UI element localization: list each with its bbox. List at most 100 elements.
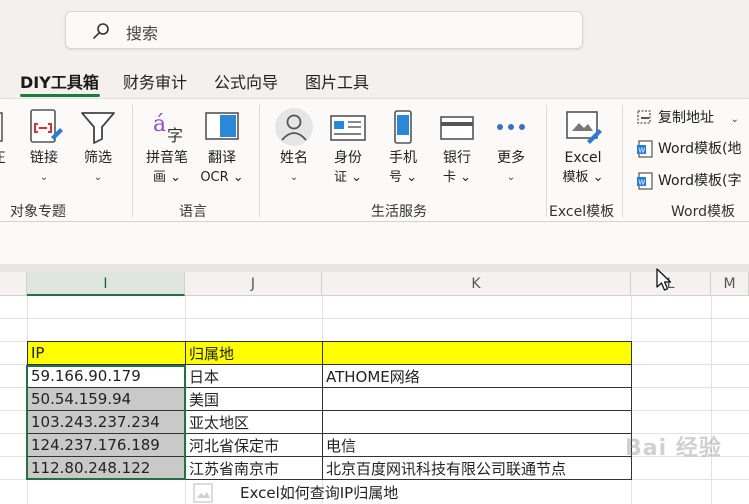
group-label-excel-template: Excel模板 <box>549 204 615 220</box>
isp-cell[interactable]: 北京百度网讯科技有限公司联通节点 <box>322 456 632 480</box>
tab-formula-wizard[interactable]: 公式向导 <box>214 69 278 93</box>
ip-cell[interactable]: 103.243.237.234 <box>27 410 186 434</box>
location-cell[interactable]: 亚太地区 <box>185 410 323 434</box>
grid-line <box>0 318 749 319</box>
person-icon <box>275 108 313 146</box>
excel-template-button[interactable]: Excel 模板 ⌄ <box>555 107 611 187</box>
document-icon <box>0 112 3 142</box>
id-card-icon <box>330 115 366 141</box>
group-separator <box>259 105 260 217</box>
link-button[interactable]: 链接 ⌄ <box>22 107 66 187</box>
copy-address-button[interactable]: 复制地址 ⌄ <box>636 107 739 129</box>
search-box[interactable]: 搜索 <box>65 11 583 49</box>
phone-icon <box>394 110 412 144</box>
filter-button[interactable]: 筛选 ⌄ <box>76 107 120 187</box>
location-cell[interactable]: 江苏省南京市 <box>185 456 323 480</box>
search-input[interactable]: 搜索 <box>126 20 158 44</box>
more-button[interactable]: 更多 ⌄ <box>488 107 534 187</box>
copy-address-label: 复制地址 <box>658 110 714 126</box>
word-doc-icon: W <box>637 172 653 190</box>
ribbon: 圧 链接 ⌄ 筛选 ⌄ 对象专题 á 字 <box>0 98 749 222</box>
pinyin-button[interactable]: á 字 拼音笔 画 ⌄ <box>142 107 192 187</box>
filter-icon <box>81 112 115 144</box>
location-cell[interactable]: 美国 <box>185 387 323 411</box>
id-card-label: 身份 <box>334 150 362 166</box>
header-cell-ip[interactable]: IP <box>27 341 186 365</box>
ip-cell[interactable]: 50.54.159.94 <box>27 387 186 411</box>
title-bar: 搜索 <box>0 0 749 64</box>
column-header-i[interactable]: I <box>27 272 185 296</box>
id-card-button[interactable]: 身份 证 ⌄ <box>325 107 371 187</box>
group-label-object: 对象专题 <box>10 204 66 220</box>
ip-cell[interactable]: 112.80.248.122 <box>27 456 186 480</box>
table-header-row: IP 归属地 <box>27 341 632 365</box>
more-dots-icon <box>497 124 525 130</box>
word-doc-icon: W <box>637 140 653 158</box>
column-headers: I J K L M <box>0 272 749 296</box>
worksheet[interactable]: I J K L M IP 归属地 59.166.90.179 日本 ATHOME… <box>0 272 749 504</box>
ip-table: IP 归属地 59.166.90.179 日本 ATHOME网络 50.54.1… <box>27 341 632 480</box>
name-caret: ⌄ <box>289 172 299 183</box>
isp-cell[interactable]: ATHOME网络 <box>322 364 632 388</box>
partial-ribbon-label: 圧 <box>0 149 8 168</box>
excel-window: 搜索 DIY工具箱 财务审计 公式向导 图片工具 圧 链接 ⌄ <box>0 0 749 504</box>
bank-card-label: 银行 <box>443 150 471 166</box>
column-header-j[interactable]: J <box>185 272 322 296</box>
word-template-field-label: Word模板(字 <box>658 173 742 189</box>
excel-template-label-2: 模板 ⌄ <box>562 170 604 185</box>
image-caption: Excel如何查询IP归属地 <box>240 484 399 502</box>
location-cell[interactable]: 河北省保定市 <box>185 433 323 457</box>
group-label-language: 语言 <box>179 204 207 220</box>
table-row: 112.80.248.122 江苏省南京市 北京百度网讯科技有限公司联通节点 <box>27 456 632 480</box>
word-template-address-button[interactable]: W Word模板(地 <box>636 138 741 160</box>
phone-label-2: 号 ⌄ <box>388 170 418 185</box>
svg-text:W: W <box>638 179 645 187</box>
tab-finance-audit[interactable]: 财务审计 <box>123 69 187 93</box>
column-header-k[interactable]: K <box>322 272 631 296</box>
ip-cell[interactable]: 124.237.176.189 <box>27 433 186 457</box>
name-label: 姓名 <box>280 150 308 166</box>
partial-ribbon-button[interactable]: 圧 <box>0 107 8 168</box>
translate-ocr-button[interactable]: 翻译 OCR ⌄ <box>198 107 246 187</box>
search-icon <box>93 23 109 39</box>
isp-cell[interactable] <box>322 410 632 434</box>
ocr-icon <box>205 112 239 140</box>
tab-diy-toolbox[interactable]: DIY工具箱 <box>20 69 99 93</box>
id-card-label-2: 证 ⌄ <box>333 170 363 185</box>
header-cell-isp[interactable] <box>322 341 632 365</box>
bank-card-icon <box>440 116 474 140</box>
location-cell[interactable]: 日本 <box>185 364 323 388</box>
svg-text:á: á <box>153 112 166 137</box>
more-caret: ⌄ <box>506 172 516 183</box>
copy-address-caret: ⌄ <box>730 114 739 125</box>
table-row: 103.243.237.234 亚太地区 <box>27 410 632 434</box>
svg-text:字: 字 <box>167 126 183 145</box>
column-header-partial[interactable] <box>0 272 27 296</box>
ip-cell[interactable]: 59.166.90.179 <box>27 364 186 388</box>
link-edit-icon <box>30 109 63 143</box>
template-edit-icon <box>566 111 602 144</box>
grid-line <box>711 296 712 504</box>
word-template-field-button[interactable]: W Word模板(字 <box>636 170 741 192</box>
isp-cell[interactable] <box>322 387 632 411</box>
header-cell-location[interactable]: 归属地 <box>185 341 323 365</box>
formula-bar-area[interactable] <box>0 222 749 264</box>
tab-image-tools[interactable]: 图片工具 <box>305 69 369 93</box>
name-button[interactable]: 姓名 ⌄ <box>271 107 317 187</box>
translate-label: 翻译 <box>208 150 236 166</box>
toolbar-gap <box>0 264 749 272</box>
group-separator <box>622 105 623 217</box>
link-caret: ⌄ <box>39 172 49 183</box>
isp-cell[interactable]: 电信 <box>322 433 632 457</box>
bank-card-label-2: 卡 ⌄ <box>442 170 472 185</box>
pinyin-label-2: 画 ⌄ <box>152 170 182 185</box>
pinyin-icon: á 字 <box>153 112 183 145</box>
column-header-m[interactable]: M <box>711 272 749 296</box>
image-icon <box>193 483 213 503</box>
group-separator <box>132 105 133 217</box>
ocr-label: OCR ⌄ <box>200 170 244 185</box>
phone-button[interactable]: 手机 号 ⌄ <box>380 107 426 187</box>
link-label: 链接 <box>30 150 58 166</box>
bank-card-button[interactable]: 银行 卡 ⌄ <box>434 107 480 187</box>
mouse-cursor-icon <box>656 268 672 291</box>
